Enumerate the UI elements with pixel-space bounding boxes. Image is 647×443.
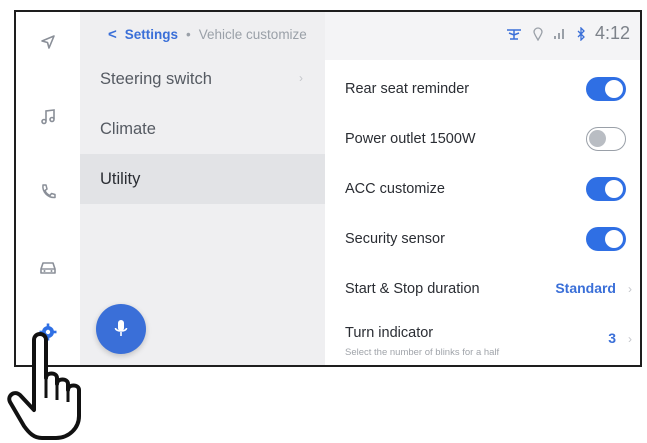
turn-indicator-value[interactable]: 3 › [608,330,632,346]
chevron-right-icon: › [628,332,632,346]
status-bar: 4:12 [505,23,630,44]
setting-value: Standard [555,280,616,296]
acc-customize-toggle[interactable] [586,177,626,201]
setting-label: Turn indicator [345,325,434,341]
setting-label: Security sensor [345,231,445,247]
back-button[interactable]: < [108,26,117,43]
settings-menu: Steering switch › Climate Utility [80,12,325,365]
setting-label: ACC customize [345,181,445,197]
toggle-knob [605,180,623,198]
car-icon[interactable] [38,257,58,277]
setting-row-acc-customize: ACC customize [345,164,640,214]
connected-service-icon [506,28,521,40]
setting-label: Power outlet 1500W [345,131,476,147]
menu-item-steering-switch[interactable]: Steering switch › [80,54,325,104]
setting-row-security-sensor: Security sensor [345,214,640,264]
toggle-knob [589,130,606,147]
setting-label: Rear seat reminder [345,81,470,97]
settings-panel: Rear seat reminder Power outlet 1500W AC… [325,60,640,365]
clock: 4:12 [594,23,630,43]
breadcrumb-separator: • [186,27,191,42]
chevron-right-icon: › [628,282,632,296]
breadcrumb: < Settings • Vehicle customize [108,26,307,43]
breadcrumb-current-page: Vehicle customize [198,27,307,42]
security-sensor-toggle[interactable] [586,227,626,251]
breadcrumb-settings-link[interactable]: Settings [125,27,178,42]
setting-row-rear-seat-reminder: Rear seat reminder [345,64,640,114]
menu-item-label: Steering switch [100,69,212,88]
microphone-icon [114,320,128,336]
phone-icon[interactable] [38,182,58,202]
infotainment-screen: Steering switch › Climate Utility < Sett… [14,10,642,367]
pointing-hand-icon [7,332,81,440]
music-icon[interactable] [38,107,58,127]
power-outlet-toggle[interactable] [586,127,626,151]
toggle-knob [605,230,623,248]
rear-seat-reminder-toggle[interactable] [586,77,626,101]
menu-item-label: Climate [100,119,156,138]
menu-item-climate[interactable]: Climate [80,104,325,154]
left-rail [16,12,80,365]
bluetooth-icon [577,26,585,41]
location-icon [533,26,543,41]
menu-item-utility[interactable]: Utility [80,154,325,204]
toggle-knob [605,80,623,98]
start-stop-duration-value[interactable]: Standard › [555,280,632,296]
setting-label: Start & Stop duration [345,281,480,297]
setting-row-turn-indicator[interactable]: Turn indicator Select the number of blin… [345,314,640,364]
setting-row-power-outlet: Power outlet 1500W [345,114,640,164]
chevron-right-icon: › [299,71,303,85]
setting-value: 3 [608,330,616,346]
setting-sublabel: Select the number of blinks for a half [345,347,500,358]
signal-strength-icon [553,28,564,39]
setting-row-start-stop-duration[interactable]: Start & Stop duration Standard › [345,264,640,314]
menu-item-label: Utility [100,169,141,188]
navigation-icon[interactable] [38,32,58,52]
